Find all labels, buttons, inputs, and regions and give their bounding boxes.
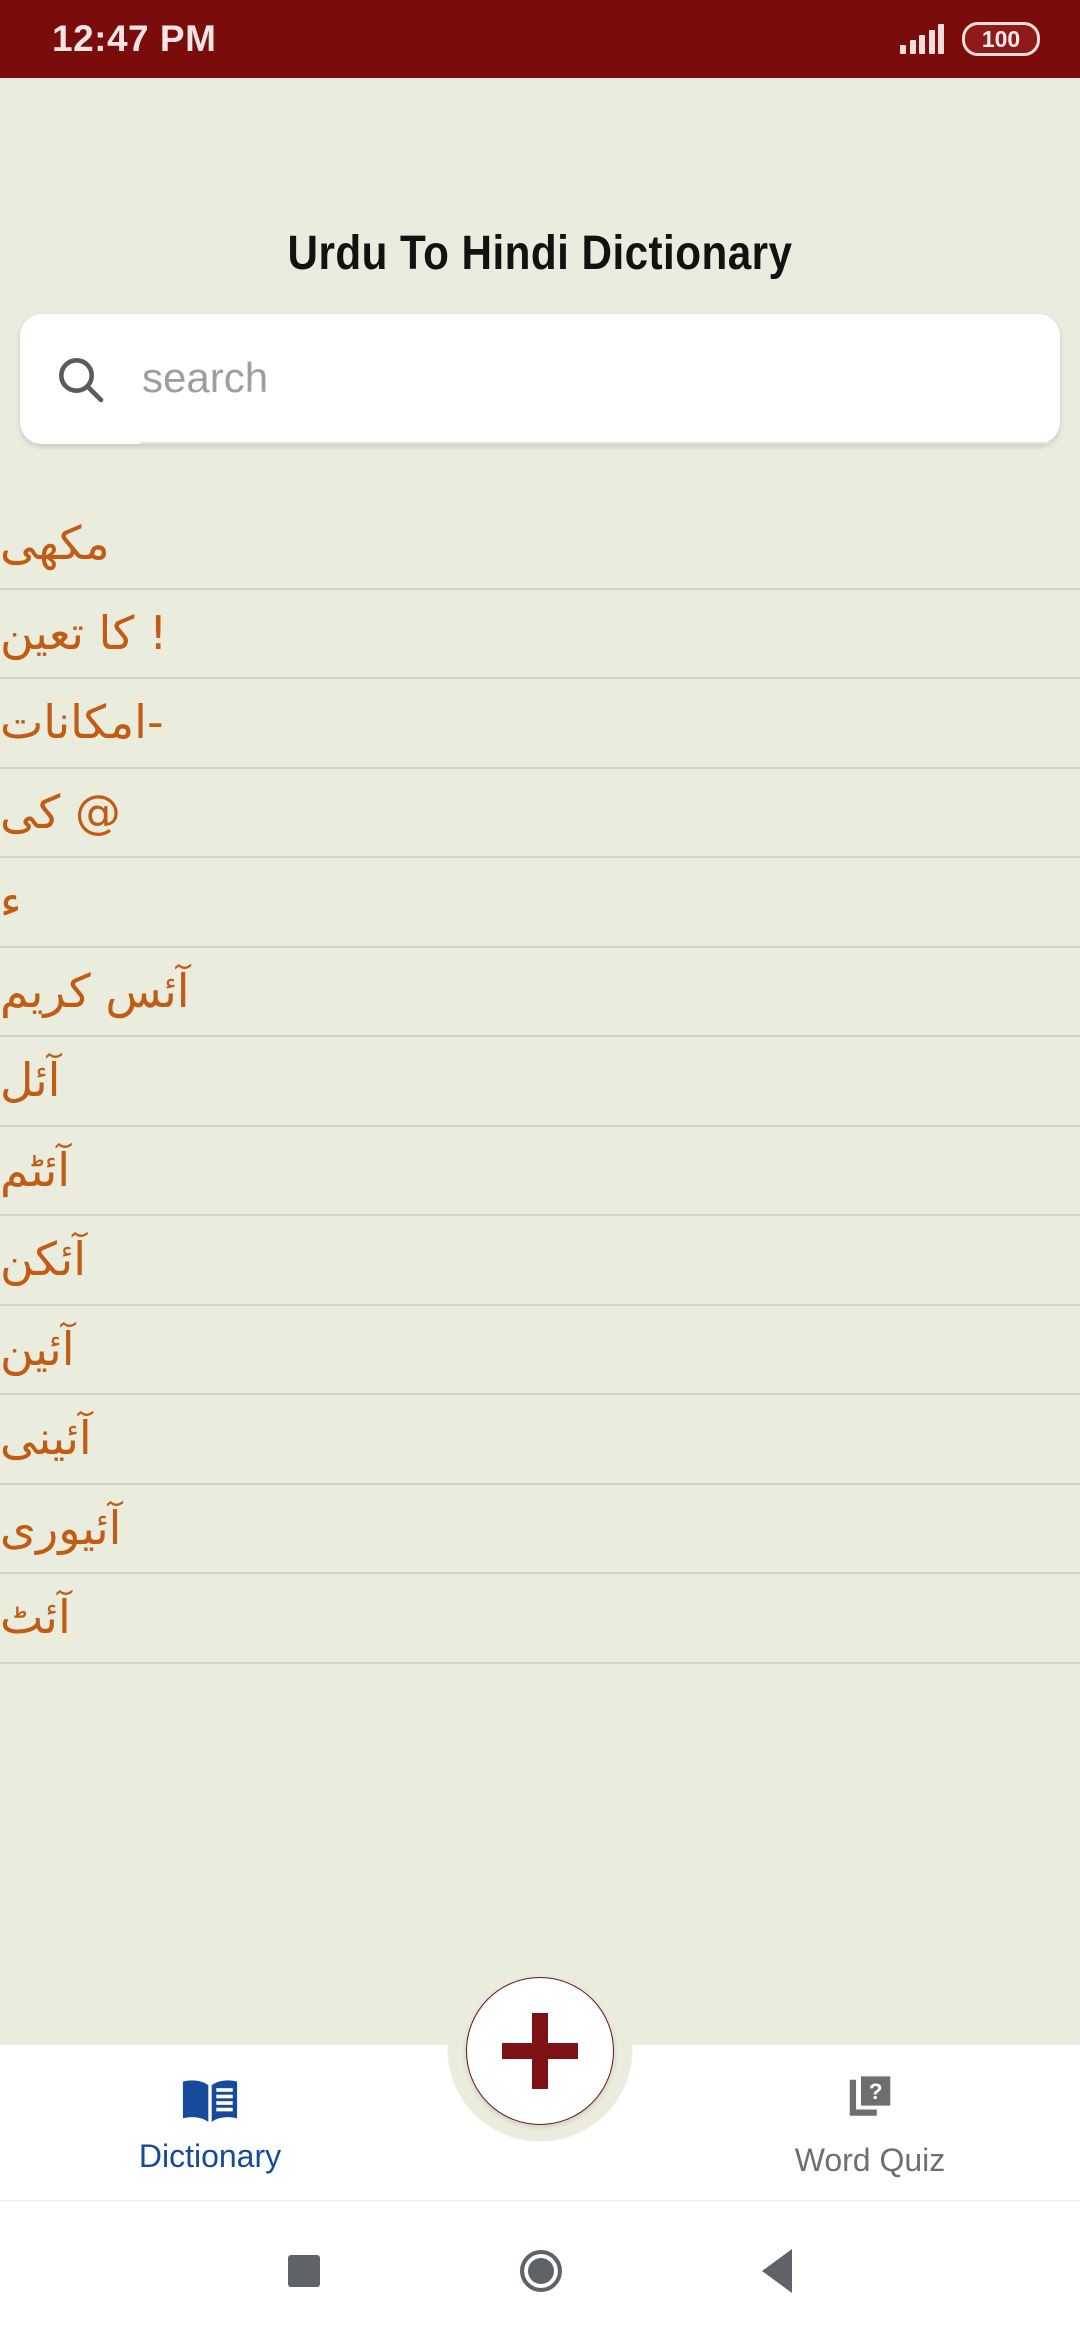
battery-level-label: 100 [981, 25, 1021, 52]
triangle-back-icon[interactable] [762, 2248, 792, 2293]
word-label: @ کی [0, 784, 121, 839]
square-recents-icon[interactable] [288, 2254, 320, 2287]
list-item[interactable]: آئینی [0, 1395, 1080, 1485]
search-icon [20, 314, 140, 444]
word-label: آئس کریم [0, 963, 190, 1018]
word-label: آئٹم [0, 1142, 71, 1197]
word-label: آئٹ [0, 1590, 71, 1645]
list-item[interactable]: آئین [0, 1306, 1080, 1395]
list-item[interactable]: @ کی [0, 769, 1080, 858]
circle-home-icon[interactable] [520, 2249, 562, 2292]
word-label: آئین [0, 1321, 75, 1376]
android-system-nav [0, 2200, 1080, 2340]
word-label: آئل [0, 1053, 61, 1108]
status-bar-clock: 12:47 PM [52, 18, 217, 59]
word-label: آئکن [0, 1232, 87, 1287]
list-item[interactable]: ء [0, 858, 1080, 948]
quiz-card-icon: ? [843, 2073, 897, 2132]
list-item[interactable]: آئیوری [0, 1485, 1080, 1574]
nav-tab-dictionary-label: Dictionary [138, 2137, 282, 2174]
word-list[interactable]: مکھی ! کا تعین -امکانات @ کی ء آئس کریم … [0, 500, 1080, 2045]
list-item[interactable]: -امکانات [0, 679, 1080, 769]
search-bar[interactable] [20, 314, 1060, 444]
list-item[interactable]: آئٹ [0, 1574, 1080, 1664]
list-item[interactable]: مکھی [0, 500, 1080, 590]
word-label: مکھی [0, 516, 110, 571]
list-item[interactable]: آئل [0, 1037, 1080, 1127]
page-title: Urdu To Hindi Dictionary [287, 227, 793, 280]
word-label: آئیوری [0, 1500, 122, 1555]
word-label: -امکانات [0, 695, 164, 750]
word-label: ! کا تعین [0, 605, 168, 660]
search-input[interactable] [140, 314, 1060, 444]
nav-tab-word-quiz-label: Word Quiz [794, 2141, 946, 2178]
signal-bars-icon [900, 24, 944, 54]
battery-icon: 100 [962, 22, 1040, 56]
list-item[interactable]: آئکن [0, 1216, 1080, 1306]
list-item[interactable]: آئس کریم [0, 948, 1080, 1037]
app-screen: 12:47 PM 100 Urdu To Hindi Dictionary مک… [0, 0, 1080, 2340]
svg-text:?: ? [869, 2079, 883, 2104]
open-book-icon [181, 2077, 239, 2128]
list-item[interactable]: ! کا تعین [0, 590, 1080, 679]
nav-tab-dictionary[interactable]: Dictionary [0, 2071, 420, 2175]
plus-icon-vertical [532, 2013, 548, 2089]
status-bar-indicators: 100 [900, 22, 1040, 56]
nav-tab-word-quiz[interactable]: ? Word Quiz [660, 2067, 1080, 2179]
word-label: آئینی [0, 1411, 92, 1466]
status-bar: 12:47 PM 100 [0, 0, 1080, 78]
add-word-fab[interactable] [466, 1977, 614, 2125]
word-label: ء [0, 874, 22, 929]
list-item[interactable]: آئٹم [0, 1127, 1080, 1216]
